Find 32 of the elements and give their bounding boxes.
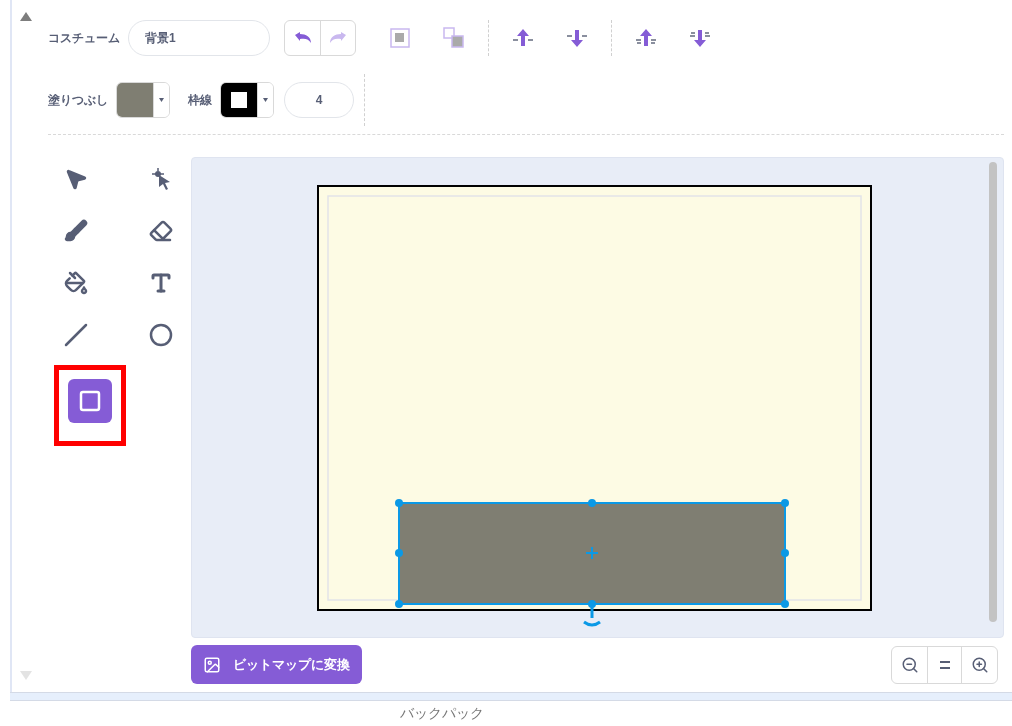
outline-label: 枠線 <box>188 92 212 109</box>
tool-button[interactable] <box>68 379 112 423</box>
paint-canvas[interactable] <box>191 157 1004 638</box>
brush-icon <box>64 219 88 243</box>
paint-bucket-icon <box>64 271 88 295</box>
arrow-pointer-icon <box>64 167 88 191</box>
undo-icon <box>294 32 311 44</box>
ungroup-icon <box>442 26 466 50</box>
image-icon <box>203 655 221 674</box>
canvas-scrollbar[interactable] <box>989 162 997 622</box>
scroll-up-icon[interactable] <box>20 12 32 21</box>
zoom-reset-button[interactable] <box>927 646 962 683</box>
costume-label: コスチューム <box>48 30 120 47</box>
equals-icon <box>939 660 950 669</box>
convert-to-bitmap-button[interactable]: ビットマップに変換 <box>191 645 362 684</box>
color-picker[interactable] <box>116 82 170 118</box>
color-picker[interactable] <box>220 82 274 118</box>
caret-icon <box>263 98 268 102</box>
zoom-in-icon <box>970 655 989 674</box>
outline-width-field[interactable]: 4 <box>284 82 354 118</box>
costume-name-field[interactable]: 背景1 <box>128 20 270 56</box>
caret-icon <box>159 98 164 102</box>
line-icon <box>64 323 88 347</box>
redo-icon <box>330 32 346 44</box>
circle-icon <box>148 323 173 347</box>
outline-swatch-icon <box>231 92 247 108</box>
eraser-icon <box>148 219 173 243</box>
group-icon <box>388 26 412 50</box>
backpack-label[interactable]: バックパック <box>400 703 484 724</box>
zoom-out-icon <box>900 655 919 674</box>
square-icon <box>78 389 102 413</box>
fill-label: 塗りつぶし <box>48 92 108 109</box>
